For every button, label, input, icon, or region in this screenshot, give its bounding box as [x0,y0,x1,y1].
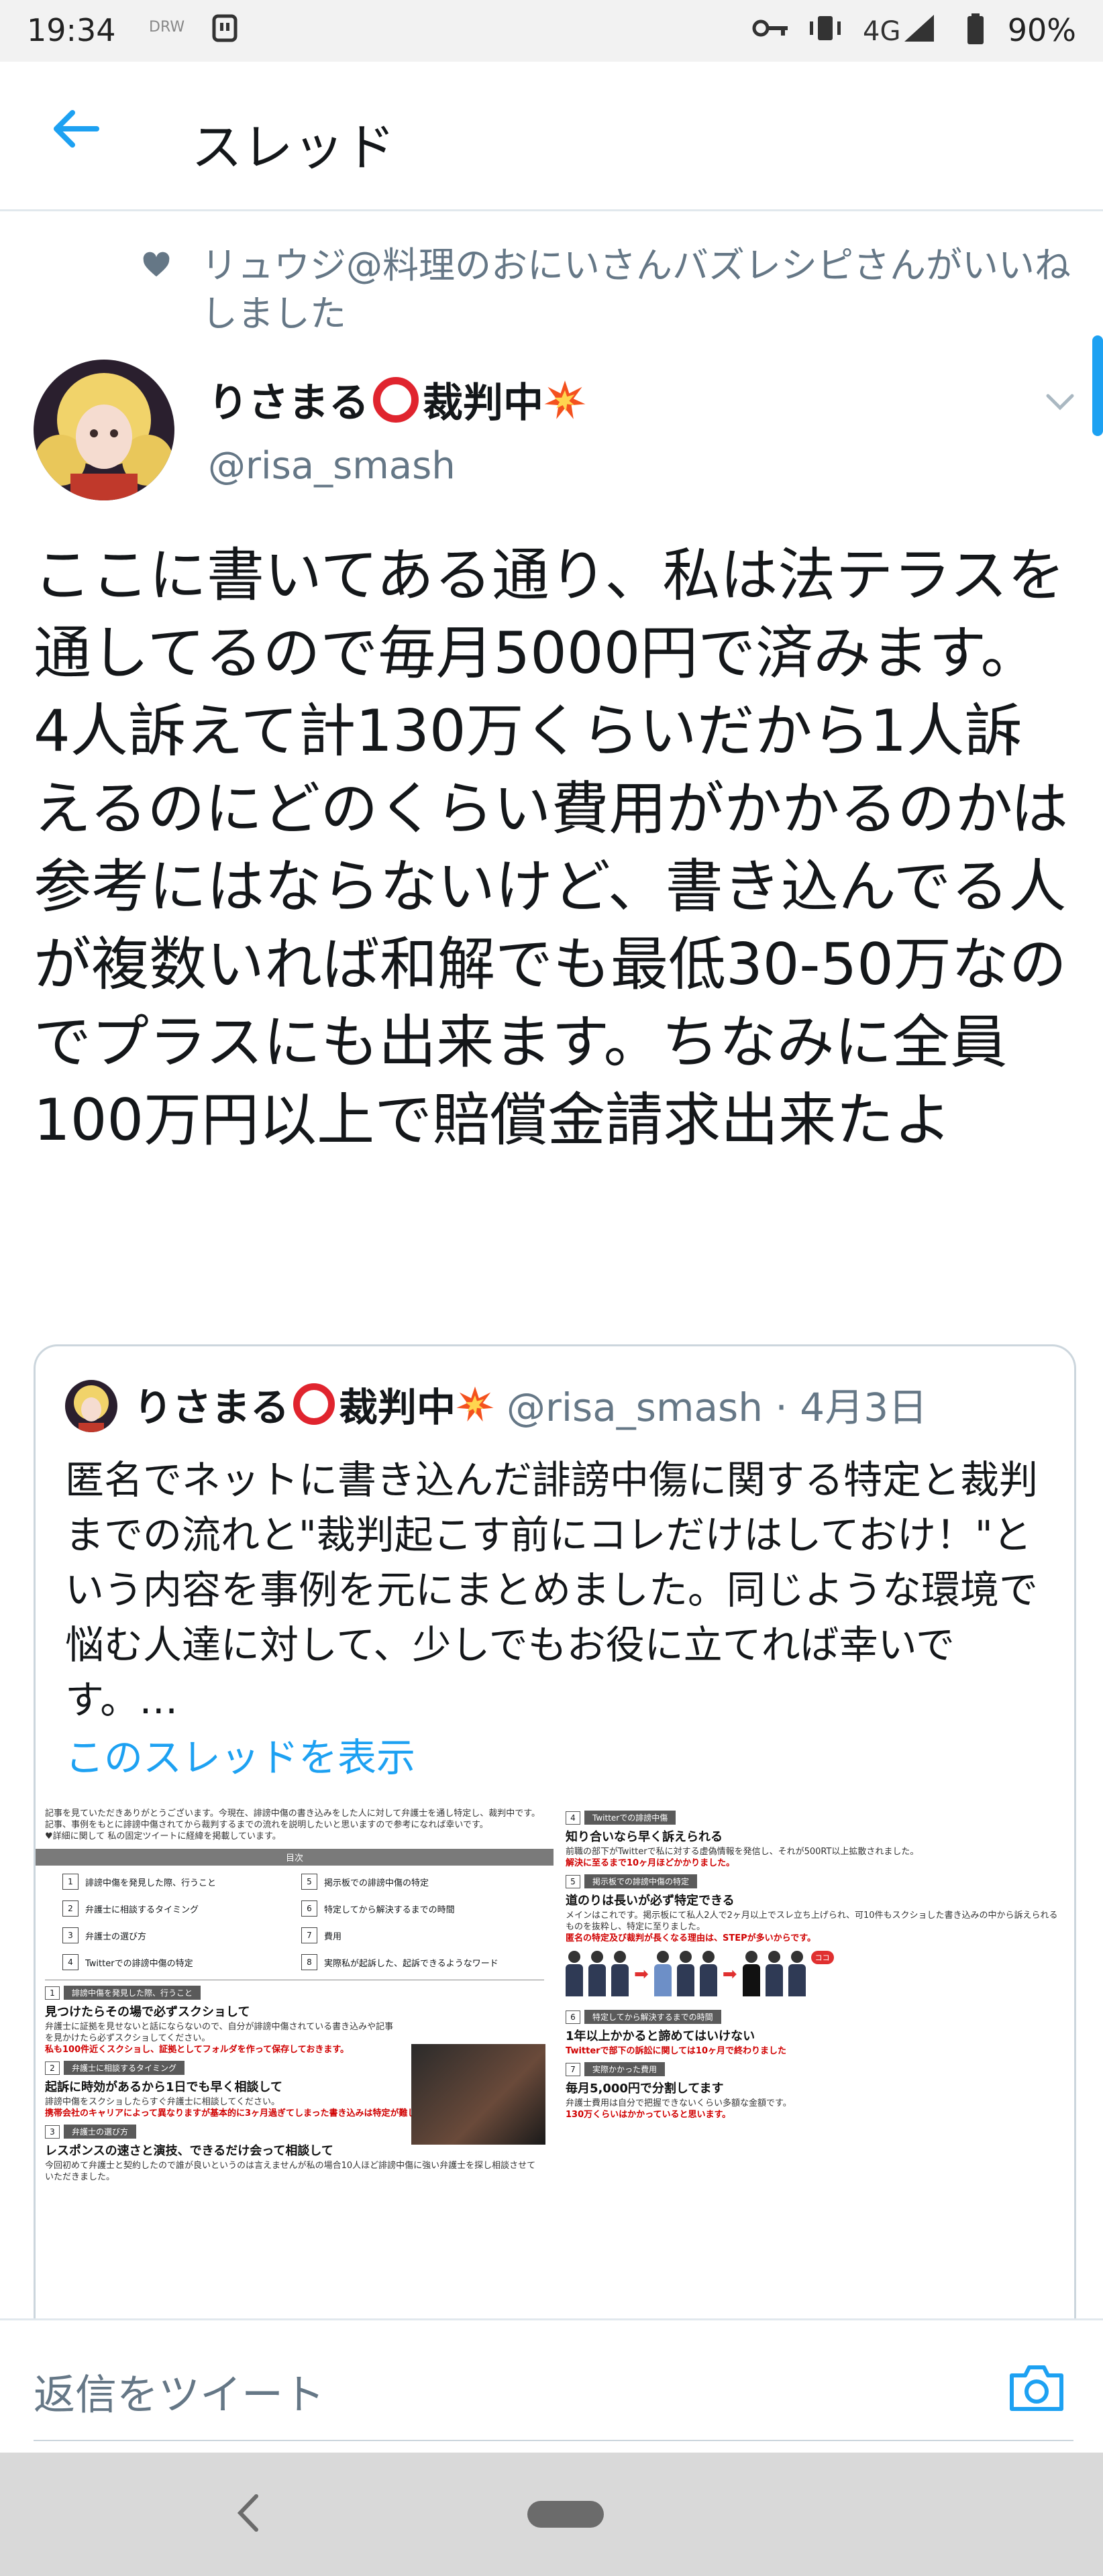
quote-image-left[interactable]: 記事を見ていただきありがとうございます。今現在、誹謗中傷の書き込みをした人に対し… [36,1803,556,2353]
toc-item: 4 Twitterでの誹謗中傷の特定 [62,1954,288,1970]
author-handle[interactable]: @risa_smash [208,444,456,488]
toc-item: 3 弁護士の選び方 [62,1927,288,1943]
system-nav-bar [0,2453,1103,2576]
red-circle-icon [293,1383,335,1425]
liked-by-text: リュウジ@料理のおにいさんバズレシピさんがいいねしました [201,244,1071,335]
doc-intro: 記事を見ていただきありがとうございます。今現在、誹謗中傷の書き込みをした人に対し… [45,1809,541,1830]
doc-text: 今回初めて弁護士と契約したので誰が良いというのは言えませんが私の場合10人ほど誹… [45,2161,536,2182]
quote-author-suffix: 裁判中 [339,1385,456,1430]
quote-header: りさまる 裁判中 @risa_smash · 4月3日 [134,1376,927,1432]
doc-heading: 道のりは長いが必ず特定できる [566,1894,735,1908]
network-type: 4G [863,16,901,47]
battery-icon [966,13,985,53]
doc-red-text: 130万くらいはかかっていると思います。 [566,2110,731,2120]
quote-avatar [65,1380,117,1432]
app-header: スレッド [0,62,1103,211]
toc-item: 5 掲示板での誹謗中傷の特定 [301,1874,527,1890]
quote-body: 匿名でネットに書き込んだ誹謗中傷に関する特定と裁判までの流れと"裁判起こす前にコ… [65,1457,1039,1723]
doc-red-text: 匿名の特定及び裁判が長くなる理由は、STEPが多いからです。 [566,1933,816,1943]
reply-bar: 返信をツイート [0,2318,1103,2455]
doc-text: 前職の部下がTwitterで私に対する虚偽情報を発信し、それが500RT以上拡散… [566,1847,919,1857]
key-icon [751,13,790,48]
status-time: 19:34 [27,12,116,48]
collision-icon [544,380,586,419]
vibrate-icon [806,13,844,50]
camera-icon[interactable] [1006,2361,1067,2414]
notification-icon [211,13,238,50]
scrollbar-thumb[interactable] [1092,335,1103,436]
doc-section: 4 Twitterでの誹謗中傷 [566,1811,1065,1825]
doc-red-text: Twitterで部下の訴訟に関しては10ヶ月で終わりました [566,2046,787,2056]
quote-text: 匿名でネットに書き込んだ誹謗中傷に関する特定と裁判までの流れと"裁判起こす前にコ… [65,1452,1058,1785]
toc-item: 1 誹謗中傷を発見した際、行うこと [62,1874,288,1890]
doc-heading: 知り合いなら早く訴えられる [566,1830,723,1844]
doc-section: 7 実際かかった費用 [566,2062,1065,2076]
doc-section: 5 掲示板での誹謗中傷の特定 [566,1874,1065,1888]
doc-heading: 毎月5,000円で分割してます [566,2082,724,2096]
toc-list: 1 誹謗中傷を発見した際、行うこと 5 掲示板での誹謗中傷の特定 2 弁護士に相談する… [36,1871,554,1973]
quoted-tweet[interactable]: りさまる 裁判中 @risa_smash · 4月3日 匿名でネットに書き込んだ… [34,1344,1076,2355]
nav-back-icon[interactable] [228,2489,268,2536]
back-button[interactable] [48,102,102,156]
doc-heading: 見つけたらその場で必ずスクショして [45,2005,250,2019]
battery-percent: 90% [1007,12,1076,48]
tweet-text: ここに書いてある通り、私は法テラスを通してるので毎月5000円で済みます。 4人… [34,542,1068,1154]
toc-title: 目次 [36,1849,554,1866]
toc-item: 6 特定してから解決するまでの時間 [301,1900,527,1917]
toc-item: 7 費用 [301,1927,527,1943]
badge: ココ [810,1951,834,1964]
collision-icon [456,1386,494,1422]
quote-handle-date: @risa_smash · 4月3日 [507,1385,928,1430]
doc-section: 6 特定してから解決するまでの時間 [566,2010,1065,2024]
quote-author-name: りさまる [134,1385,290,1430]
toc-item: 2 弁護士に相談するタイミング [62,1900,288,1917]
reply-input[interactable]: 返信をツイート [34,2361,325,2421]
author-name-suffix: 裁判中 [423,380,543,427]
author-name-text: りさまる [208,380,369,427]
nav-home-pill[interactable] [527,2501,604,2528]
red-circle-icon [373,376,419,423]
page-title: スレッド [191,117,395,177]
status-small-label: DRW [149,19,185,36]
toc-item: 8 実際私が起訴した、起訴できるようなワード [301,1954,527,1970]
doc-text: 弁護士費用は自分で把握できないくらい多額な金額です。 [566,2098,792,2108]
arrow-left-icon [54,110,99,148]
signal-icon [903,13,935,50]
quote-image-right[interactable]: 4 Twitterでの誹謗中傷 知り合いなら早く訴えられる 前職の部下がTwitt… [556,1803,1074,2353]
doc-red-text: 解決に至るまで10ヶ月ほどかかりました。 [566,1858,735,1868]
doc-text: メインはこれです。掲示板にて私人2人で2ヶ月以上でスレ立ち上げられ、可10件もス… [566,1911,1058,1932]
doc-red-text: 私も100件近くスクショし、証拠としてフォルダを作って保存しておきます。 [45,2045,350,2055]
illustration-people: ➡ ➡ ココ [556,1944,1074,2004]
divider [34,2440,1073,2441]
author-name[interactable]: りさまる 裁判中 [208,370,586,429]
screenshot-thumbnail [411,2044,545,2145]
doc-section: 1 誹謗中傷を発見した際、行うこと [45,1986,544,2000]
status-bar: 19:34 DRW 4G 90% [0,0,1103,62]
show-thread-link[interactable]: このスレッドを表示 [65,1730,1058,1785]
doc-intro2: ♥詳細に関して 私の固定ツイートに経緯を掲載しています。 [45,1831,281,1841]
doc-heading: 1年以上かかると諦めてはいけない [566,2029,755,2043]
chevron-down-icon[interactable] [1040,382,1080,423]
doc-text: 弁護士に証拠を見せないと話にならないので、自分が誹謗中傷されている書き込みや記事… [45,2022,394,2043]
avatar[interactable] [34,360,174,500]
heart-icon [143,252,170,277]
